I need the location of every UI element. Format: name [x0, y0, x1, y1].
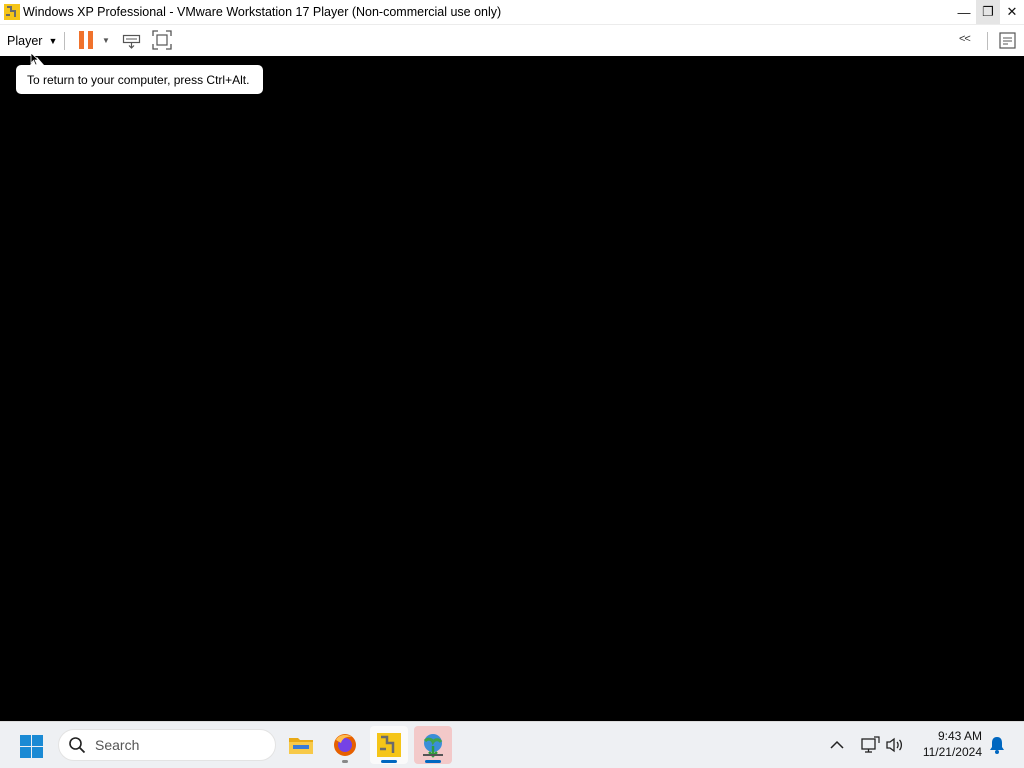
close-button[interactable]: ✕ — [1000, 0, 1024, 24]
toolbar-divider — [64, 32, 65, 50]
restore-button[interactable]: ❐ — [976, 0, 1000, 24]
idm-icon — [423, 734, 443, 758]
tooltip-text: To return to your computer, press Ctrl+A… — [27, 72, 250, 87]
clock-date: 11/21/2024 — [922, 745, 982, 759]
player-toolbar: Player ▼ ▼ << — [0, 24, 1024, 56]
send-ctrl-alt-del-icon[interactable] — [122, 31, 141, 50]
clock-time: 9:43 AM — [937, 729, 982, 743]
taskbar-app-firefox[interactable] — [326, 726, 364, 764]
window-controls: — ❐ ✕ — [952, 0, 1024, 24]
taskbar-clock[interactable]: 9:43 AM 11/21/2024 — [910, 728, 982, 760]
taskbar-search[interactable] — [58, 729, 276, 761]
pause-icon[interactable] — [79, 31, 93, 49]
window-title: Windows XP Professional - VMware Worksta… — [23, 5, 502, 19]
taskbar-app-idm[interactable] — [414, 726, 452, 764]
power-options-dropdown[interactable]: ▼ — [102, 36, 110, 45]
title-bar: Windows XP Professional - VMware Worksta… — [0, 0, 1024, 24]
vm-display[interactable] — [0, 56, 1024, 721]
search-input[interactable] — [95, 737, 245, 753]
network-icon[interactable] — [860, 735, 880, 755]
vmware-player-icon — [4, 4, 20, 20]
app-active-indicator — [381, 760, 397, 763]
folder-icon — [289, 738, 313, 754]
release-input-tooltip: To return to your computer, press Ctrl+A… — [16, 65, 263, 94]
minimize-button[interactable]: — — [952, 0, 976, 24]
message-log-icon[interactable] — [998, 31, 1017, 50]
vmware-icon — [377, 733, 401, 757]
player-menu-label: Player — [7, 33, 43, 48]
show-hidden-icons-icon[interactable] — [828, 736, 846, 754]
notification-bell-icon[interactable] — [987, 735, 1007, 755]
toolbar-divider — [987, 32, 988, 50]
mouse-cursor-icon — [30, 52, 40, 66]
taskbar: 9:43 AM 11/21/2024 — [0, 721, 1024, 768]
windows-start-icon[interactable] — [19, 734, 44, 759]
search-icon — [69, 737, 86, 754]
taskbar-app-explorer[interactable] — [282, 726, 320, 764]
fullscreen-icon[interactable] — [152, 30, 172, 50]
volume-icon[interactable] — [884, 735, 904, 755]
collapse-toolbar-icon[interactable]: << — [959, 33, 971, 45]
app-active-indicator — [425, 760, 441, 763]
firefox-icon — [334, 734, 356, 756]
chevron-down-icon: ▼ — [48, 35, 58, 46]
taskbar-app-vmware[interactable] — [370, 726, 408, 764]
app-running-indicator — [342, 760, 348, 763]
